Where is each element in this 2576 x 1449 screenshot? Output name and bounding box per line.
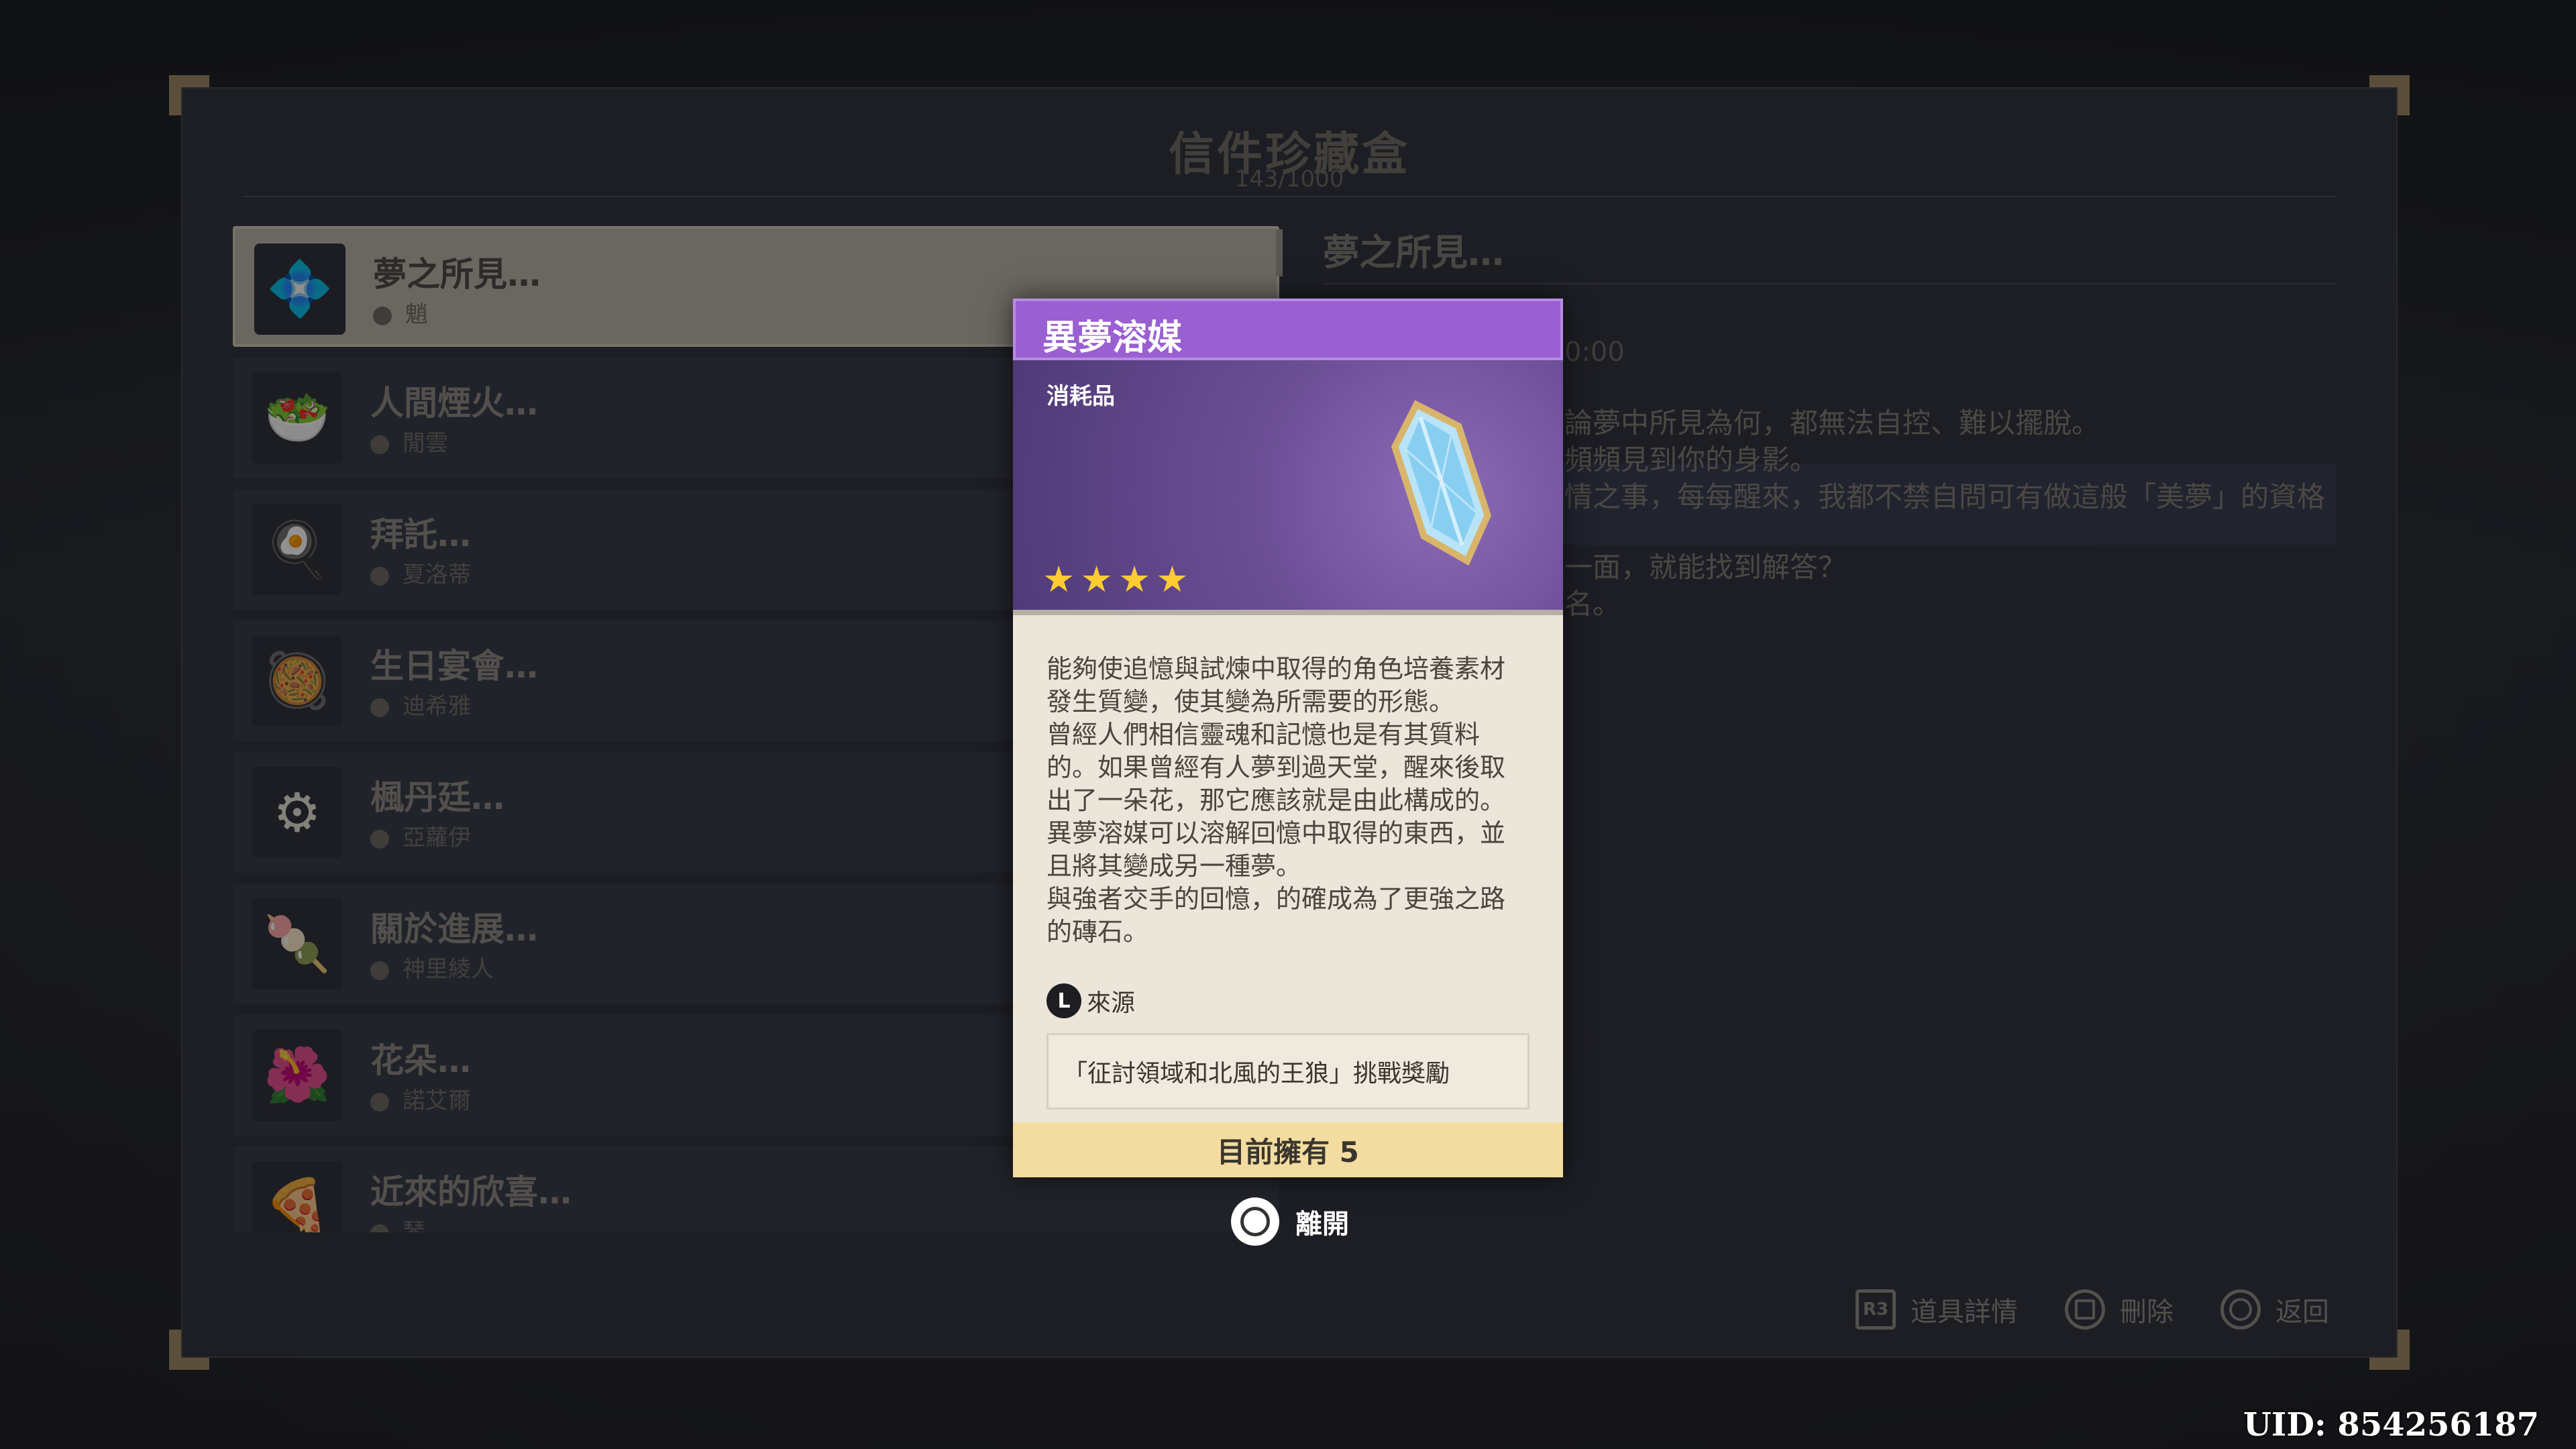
description-paragraph: 曾經人們相信靈魂和記憶也是有其質料的。如果曾經有人夢到過天堂，醒來後取出了一朵花… (1046, 720, 1506, 881)
owned-count: 目前擁有 5 (1013, 1122, 1563, 1177)
rarity-stars: ★ ★ ★ ★ (1042, 561, 1189, 598)
description-paragraph: 與強者交手的回憶，的確成為了更強之路的磚石。 (1046, 884, 1506, 947)
item-body: 能夠使追憶與試煉中取得的角色培養素材發生質變，使其變為所需要的形態。 曾經人們相… (1013, 615, 1563, 1110)
circle-button-icon (1231, 1197, 1279, 1246)
leave-button[interactable]: 離開 (1231, 1197, 1349, 1246)
source-row: L 來源 (1046, 983, 1529, 1018)
divider (1013, 610, 1563, 615)
l-button-icon[interactable]: L (1046, 983, 1081, 1018)
item-type: 消耗品 (1046, 383, 1115, 410)
item-header: 異夢溶媒 (1013, 299, 1563, 360)
item-hero: 消耗品 ★ ★ ★ ★ (1013, 360, 1563, 610)
uid-label: UID: 854256187 (2243, 1406, 2539, 1444)
star-icon: ★ (1080, 558, 1113, 600)
star-icon: ★ (1042, 558, 1075, 600)
description-paragraph: 能夠使追憶與試煉中取得的角色培養素材發生質變，使其變為所需要的形態。 (1046, 654, 1506, 716)
source-entry[interactable]: 「征討領域和北風的王狼」挑戰獎勵 (1046, 1033, 1529, 1110)
item-detail-card: 異夢溶媒 消耗品 ★ ★ ★ ★ 能夠使追憶與試煉中取得的角色培養素材發生質變，… (1013, 299, 1563, 1177)
leave-label: 離開 (1295, 1209, 1349, 1240)
star-icon: ★ (1156, 558, 1189, 600)
crystal-icon (1391, 400, 1491, 566)
star-icon: ★ (1118, 558, 1151, 600)
item-name: 異夢溶媒 (1042, 318, 1183, 358)
item-description: 能夠使追憶與試煉中取得的角色培養素材發生質變，使其變為所需要的形態。 曾經人們相… (1046, 653, 1529, 949)
source-label: 來源 (1087, 989, 1136, 1017)
